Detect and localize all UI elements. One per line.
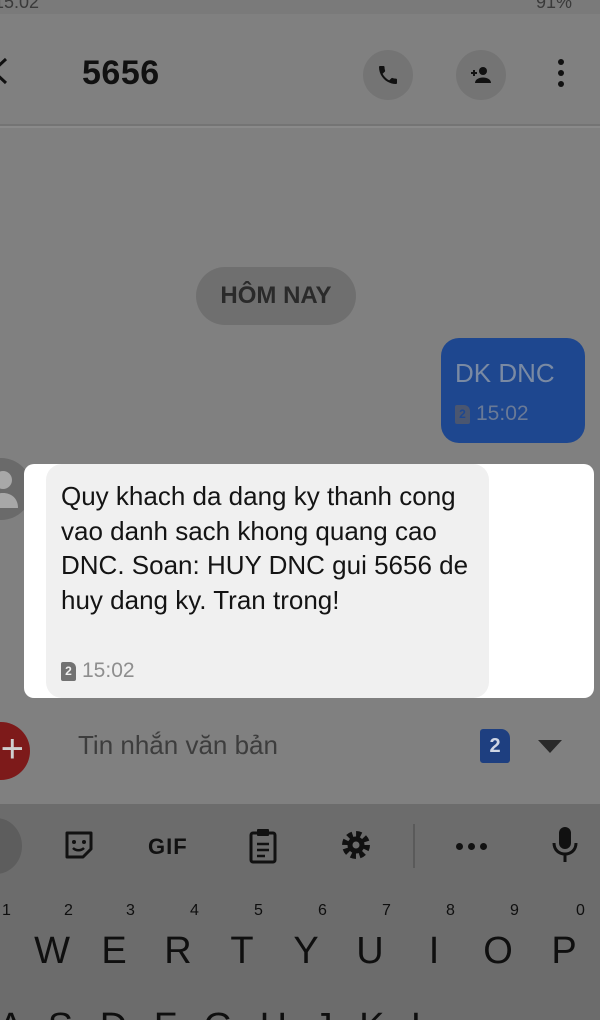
status-bar: 15:02 91% (0, 0, 600, 14)
key-number-hint: 9 (510, 902, 519, 919)
chevron-down-icon[interactable] (538, 740, 562, 753)
date-divider: HÔM NAY (196, 267, 356, 325)
key-q[interactable]: 1 (0, 902, 14, 978)
outgoing-message-text: DK DNC (455, 358, 555, 388)
gif-button[interactable]: GIF (148, 834, 188, 860)
key-t[interactable]: 5T (212, 902, 272, 978)
key-row-2-letters[interactable]: A S D F G H J K L (0, 1006, 432, 1020)
add-contact-button[interactable] (456, 50, 506, 100)
incoming-message-text: Quy khach da dang ky thanh cong vao danh… (61, 481, 469, 615)
key-i[interactable]: 8I (404, 902, 464, 978)
add-attachment-button[interactable]: + (0, 722, 30, 780)
message-list[interactable]: HÔM NAY DK DNC 2 15:02 Quy khach da dang… (0, 128, 600, 708)
add-person-icon (471, 67, 491, 83)
key-r[interactable]: 4R (148, 902, 208, 978)
outgoing-message-meta: 2 15:02 (455, 402, 529, 426)
key-letter: W (34, 930, 70, 972)
key-letter: P (551, 930, 577, 972)
key-number-hint: 8 (446, 902, 455, 919)
key-number-hint: 3 (126, 902, 135, 919)
compose-bar: + 2 (0, 708, 600, 804)
incoming-message-time: 15:02 (82, 659, 135, 682)
more-horiz-icon[interactable] (456, 843, 487, 850)
key-number-hint: 5 (254, 902, 263, 919)
clipboard-icon[interactable] (248, 828, 278, 869)
back-arrow-icon[interactable] (0, 56, 16, 86)
key-p[interactable]: 0P (534, 902, 594, 978)
conversation-title: 5656 (82, 54, 160, 92)
app-bar: 5656 (0, 14, 600, 126)
key-w[interactable]: 2W (22, 902, 82, 978)
key-letter: I (428, 930, 440, 972)
collapse-toolbar-button[interactable] (0, 818, 22, 874)
call-button[interactable] (363, 50, 413, 100)
person-icon (0, 471, 18, 508)
key-e[interactable]: 3E (84, 902, 144, 978)
status-time: 15:02 (0, 0, 40, 12)
key-letter: O (483, 930, 513, 972)
outgoing-message-time: 15:02 (476, 402, 529, 425)
key-number-hint: 2 (64, 902, 73, 919)
key-letter: U (356, 930, 384, 972)
key-o[interactable]: 9O (468, 902, 528, 978)
toolbar-divider (413, 824, 415, 868)
sim-icon: 2 (61, 661, 76, 681)
plus-icon: + (0, 727, 24, 771)
key-letter: R (164, 930, 192, 972)
sim-selector[interactable]: 2 (480, 729, 510, 763)
incoming-message[interactable]: Quy khach da dang ky thanh cong vao danh… (46, 464, 489, 698)
key-q-number: 1 (2, 902, 11, 919)
outgoing-message[interactable]: DK DNC 2 15:02 (441, 338, 585, 443)
incoming-message-meta: 2 15:02 (61, 659, 135, 683)
key-u[interactable]: 7U (340, 902, 400, 978)
more-vert-icon[interactable] (550, 59, 572, 93)
sim-icon: 2 (455, 404, 470, 424)
key-letter: E (101, 930, 127, 972)
keyboard: 1 2W3E4R5T6Y7U8I9O0P A S D F G H J K L (0, 890, 600, 1020)
key-letter: Y (293, 930, 319, 972)
screen: 15:02 91% 5656 HÔM NAY DK DNC 2 15:02 (0, 0, 600, 1020)
gear-icon[interactable] (339, 828, 373, 867)
phone-icon (379, 66, 397, 84)
sticker-icon[interactable] (62, 828, 96, 867)
key-y[interactable]: 6Y (276, 902, 336, 978)
key-number-hint: 7 (382, 902, 391, 919)
message-input[interactable] (78, 730, 458, 761)
key-number-hint: 6 (318, 902, 327, 919)
key-letter: T (230, 930, 254, 972)
battery-level: 91% (535, 0, 572, 12)
key-number-hint: 4 (190, 902, 199, 919)
key-number-hint: 0 (576, 902, 585, 919)
mic-icon[interactable] (552, 826, 578, 869)
keyboard-toolbar: GIF (0, 804, 600, 890)
